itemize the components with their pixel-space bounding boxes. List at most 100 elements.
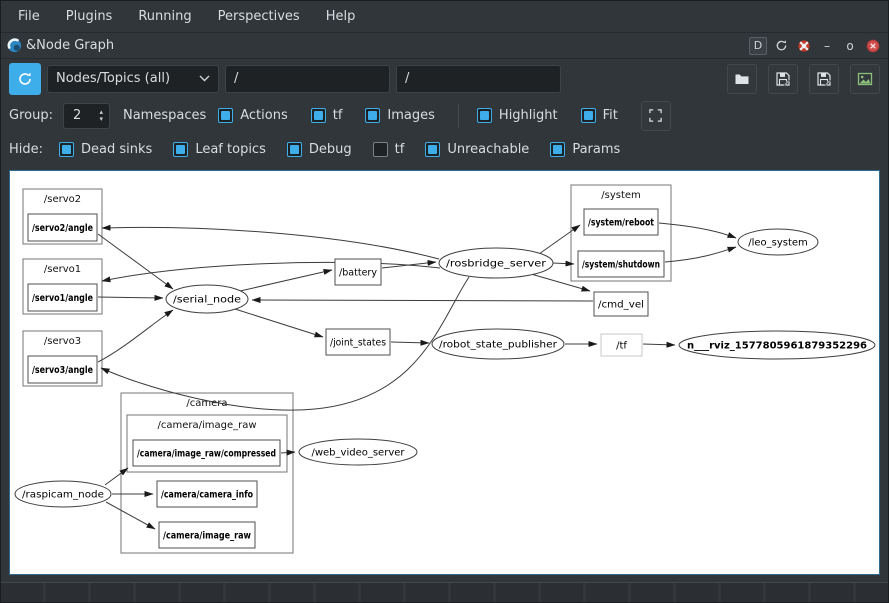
menu-item-plugins[interactable]: Plugins (53, 3, 126, 30)
checkbox-fit[interactable]: Fit (581, 108, 618, 123)
checkbox-highlight[interactable]: Highlight (477, 108, 558, 123)
cluster-label-servo2: /servo2 (44, 194, 81, 205)
node-label-system-shutdown: /system/shutdown (582, 260, 660, 271)
edge-servo2-angle--serial-node (98, 234, 173, 289)
minimize-button[interactable]: – (818, 37, 836, 55)
edge-tf--rviz (643, 344, 675, 345)
checkbox-label: Images (387, 108, 435, 123)
spinner-arrows-icon[interactable]: ▴▾ (99, 109, 109, 122)
checkbox-label: Actions (240, 108, 288, 123)
group-level-value: 2 (64, 108, 99, 123)
edge-servo3-angle--serial-node (98, 310, 173, 362)
help-lifebuoy-icon[interactable] (795, 37, 813, 55)
node-label-camera-image-raw-compressed: /camera/image_raw/compressed (137, 449, 276, 460)
refresh-icon (17, 71, 33, 87)
rqt-window: FilePluginsRunningPerspectivesHelp &Node… (0, 0, 889, 603)
load-dot-button[interactable] (727, 64, 757, 94)
checkbox-unreachable[interactable]: Unreachable (425, 142, 529, 157)
dock-title-bar: &Node Graph D – o (1, 33, 888, 59)
checkbox-indicator (311, 108, 326, 123)
menu-bar: FilePluginsRunningPerspectivesHelp (1, 1, 888, 33)
save-as-icon (775, 71, 791, 87)
checkbox-images[interactable]: Images (365, 108, 435, 123)
checkbox-params[interactable]: Params (550, 142, 620, 157)
checkbox-actions[interactable]: Actions (218, 108, 288, 123)
group-level-spinner[interactable]: 2 ▴▾ (63, 103, 110, 129)
checkbox-debug[interactable]: Debug (287, 142, 352, 157)
edge-rosbridge-server--servo3-angle (101, 277, 469, 410)
hide-options-row: Hide: Dead sinks Leaf topics Debug tf Unreac… (1, 133, 888, 166)
node-label-servo1-angle: /servo1/angle (32, 293, 93, 304)
checkbox-indicator (550, 142, 565, 157)
open-folder-icon (734, 71, 750, 87)
node-label-battery: /battery (339, 268, 377, 279)
graph-toolbar: Nodes/Topics (all) (1, 59, 888, 98)
graph-viewport[interactable]: /servo2/servo1/servo3/system/camera/came… (9, 170, 880, 575)
group-label: Group: (9, 108, 53, 123)
graph-type-select[interactable]: Nodes/Topics (all) (47, 65, 219, 93)
checkbox-label: Debug (309, 142, 352, 157)
checkbox-dead-sinks[interactable]: Dead sinks (59, 142, 152, 157)
refresh-graph-button[interactable] (9, 63, 41, 95)
menu-item-file[interactable]: File (5, 3, 53, 30)
menu-item-running[interactable]: Running (125, 3, 204, 30)
hide-label: Hide: (9, 142, 43, 157)
node-graph-canvas[interactable]: /servo2/servo1/servo3/system/camera/came… (10, 171, 879, 572)
separator (458, 104, 459, 128)
node-label-system-reboot: /system/reboot (588, 218, 654, 229)
node-label-cmd-vel: /cmd_vel (598, 300, 644, 311)
save-svg-button[interactable] (809, 64, 839, 94)
graph-type-value: Nodes/Topics (all) (56, 71, 199, 86)
namespaces-label: Namespaces (123, 108, 206, 123)
save-image-button[interactable] (850, 64, 880, 94)
checkbox-leaf-topics[interactable]: Leaf topics (173, 142, 266, 157)
checkbox-label: Fit (603, 108, 618, 123)
menu-item-perspectives[interactable]: Perspectives (205, 3, 313, 30)
checkbox-indicator (173, 142, 188, 157)
close-button[interactable] (864, 37, 882, 55)
node-label-joint-states: /joint_states (330, 338, 386, 349)
chevron-down-icon (199, 75, 210, 82)
reload-plugin-icon[interactable] (772, 37, 790, 55)
checkbox-label: tf (333, 108, 343, 123)
checkbox-indicator (477, 108, 492, 123)
menu-item-help[interactable]: Help (313, 3, 369, 30)
node-label-servo3-angle: /servo3/angle (32, 365, 93, 376)
checkbox-indicator (581, 108, 596, 123)
edge-rosbridge-server--system-reboot (539, 225, 580, 254)
fit-in-view-button[interactable] (641, 101, 671, 131)
edge-cmd-vel--serial-node (252, 300, 593, 301)
node-label-camera-image-raw-topic: /camera/image_raw (163, 531, 251, 542)
cluster-label-servo1: /servo1 (44, 264, 81, 275)
topic-filter-input[interactable] (396, 65, 561, 93)
float-button[interactable]: o (841, 37, 859, 55)
edge-serial-node--battery (240, 270, 332, 291)
checkbox-indicator (365, 108, 380, 123)
node-label-leo-system: /leo_system (748, 238, 808, 249)
edge-servo1-angle--serial-node (98, 297, 163, 298)
node-label-raspicam-node: /raspicam_node (22, 490, 104, 501)
node-label-serial-node: /serial_node (173, 295, 241, 306)
edge-joint-states--robot-state-publisher (391, 342, 429, 343)
cluster-label-servo3: /servo3 (44, 336, 81, 347)
group-options-row: Group: 2 ▴▾ Namespaces Actions tf Images H… (1, 98, 888, 133)
edge-rosbridge-server--servo1-angle (102, 262, 440, 281)
node-label-tf: /tf (616, 341, 627, 352)
node-label-camera-camera-info: /camera/camera_info (161, 490, 253, 501)
checkbox-label: tf (395, 142, 405, 157)
checkbox-label: Leaf topics (195, 142, 266, 157)
checkbox-tf[interactable]: tf (311, 108, 343, 123)
dock-title: &Node Graph (26, 38, 114, 53)
edge-raspicam-node--camera-image-raw-compressed (105, 468, 128, 485)
node-label-rviz: n___rviz_1577805961879352296 (687, 341, 867, 352)
checkbox-tf[interactable]: tf (373, 142, 405, 157)
namespace-filter-input[interactable] (225, 65, 390, 93)
checkbox-indicator (425, 142, 440, 157)
dock-button[interactable]: D (749, 37, 767, 55)
checkbox-label: Dead sinks (81, 142, 152, 157)
rqt-logo-icon (7, 38, 22, 53)
save-dot-button[interactable] (768, 64, 798, 94)
checkbox-label: Params (572, 142, 620, 157)
image-icon (857, 71, 873, 87)
edge-raspicam-node--camera-image-raw-topic (106, 502, 155, 529)
